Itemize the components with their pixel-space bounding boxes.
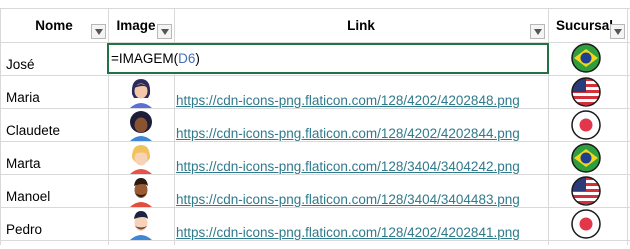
chevron-down-icon bbox=[160, 28, 169, 35]
cell-name[interactable]: Marta bbox=[6, 147, 106, 180]
cell-name[interactable]: Pedro bbox=[6, 213, 106, 246]
filter-dropdown-image[interactable] bbox=[157, 24, 172, 39]
cell-link[interactable]: https://cdn-icons-png.flaticon.com/128/3… bbox=[176, 183, 544, 216]
cell-name[interactable]: Maria bbox=[6, 81, 106, 114]
cell-name[interactable]: Manoel bbox=[6, 180, 106, 213]
chevron-down-icon bbox=[94, 28, 103, 35]
woman-avatar-icon bbox=[130, 79, 152, 108]
header-image[interactable]: Image bbox=[108, 9, 164, 41]
cell-name[interactable]: José bbox=[6, 48, 106, 81]
cell-name[interactable]: Claudete bbox=[6, 114, 106, 147]
man-avatar-icon bbox=[130, 178, 152, 207]
header-sucursal[interactable]: Sucursal bbox=[556, 9, 618, 41]
cell-link[interactable]: https://cdn-icons-png.flaticon.com/128/3… bbox=[176, 150, 544, 183]
woman-avatar-icon bbox=[130, 111, 152, 141]
filter-dropdown-sucursal[interactable] bbox=[610, 24, 625, 39]
usa-flag-icon bbox=[571, 77, 601, 107]
usa-flag-icon bbox=[571, 176, 601, 206]
japan-flag-icon bbox=[571, 209, 601, 239]
chevron-down-icon bbox=[613, 28, 622, 35]
filter-dropdown-link[interactable] bbox=[530, 24, 545, 39]
man-avatar-icon bbox=[130, 211, 152, 240]
formula-text-close: ) bbox=[195, 51, 200, 66]
japan-flag-icon bbox=[571, 110, 601, 140]
formula-text: =IMAGEM( bbox=[111, 51, 179, 66]
cell-link[interactable]: https://cdn-icons-png.flaticon.com/128/4… bbox=[176, 216, 544, 249]
cell-link[interactable]: https://cdn-icons-png.flaticon.com/128/4… bbox=[176, 84, 544, 117]
woman-avatar-icon bbox=[130, 145, 152, 174]
brazil-flag-icon bbox=[571, 43, 601, 73]
header-link[interactable]: Link bbox=[174, 9, 548, 41]
chevron-down-icon bbox=[533, 28, 542, 35]
cell-link[interactable]: https://cdn-icons-png.flaticon.com/128/4… bbox=[176, 117, 544, 150]
filter-dropdown-nome[interactable] bbox=[91, 24, 106, 39]
active-cell-formula-editor[interactable]: =IMAGEM(D6) bbox=[107, 43, 549, 74]
brazil-flag-icon bbox=[571, 143, 601, 173]
spreadsheet-table: Nome Image Link Sucursal José =IMAGEM(D6… bbox=[0, 0, 630, 245]
formula-cell-reference: D6 bbox=[178, 51, 196, 66]
